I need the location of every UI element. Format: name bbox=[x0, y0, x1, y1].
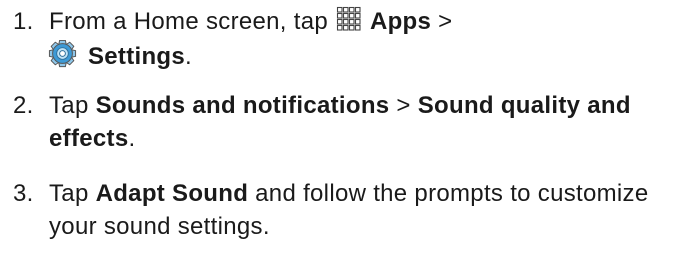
settings-gear-icon bbox=[48, 39, 77, 68]
apps-grid-icon bbox=[336, 6, 361, 31]
step-plain-text: Tap bbox=[49, 180, 89, 207]
step-number: 2. bbox=[13, 92, 34, 119]
period: . bbox=[128, 125, 136, 152]
separator: > bbox=[396, 92, 411, 119]
adapt-sound-label: Adapt Sound bbox=[95, 180, 249, 207]
step-plain-text: Tap bbox=[49, 92, 89, 119]
period: . bbox=[185, 43, 193, 70]
apps-label: Apps bbox=[369, 8, 432, 35]
step-text: Tap Sounds and notifications > Sound qua… bbox=[49, 89, 682, 155]
settings-label: Settings bbox=[87, 43, 186, 70]
sounds-and-notifications-label: Sounds and notifications bbox=[95, 92, 390, 119]
step-text: Tap Adapt Sound and follow the prompts t… bbox=[49, 177, 682, 243]
step-number: 3. bbox=[13, 180, 34, 207]
step-plain-text: From a Home screen, tap bbox=[49, 8, 328, 35]
separator: > bbox=[438, 8, 453, 35]
step-text: From a Home screen, tap Apps > Settings. bbox=[48, 5, 682, 73]
step-number: 1. bbox=[13, 8, 34, 35]
